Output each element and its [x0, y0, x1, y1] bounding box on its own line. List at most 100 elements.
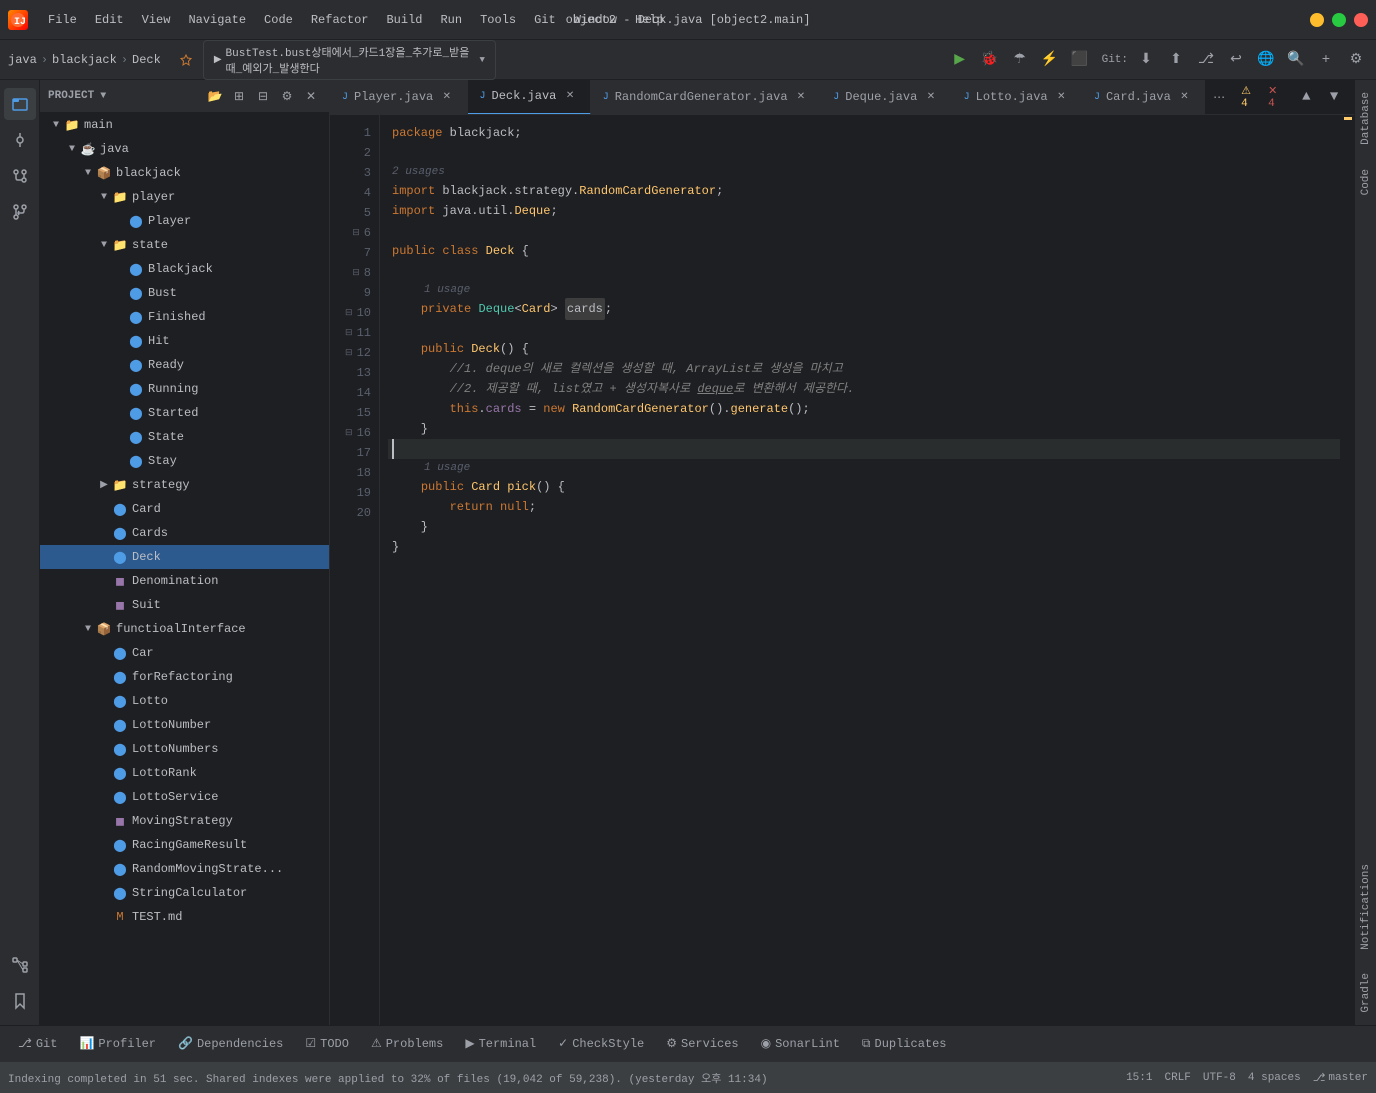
menu-edit[interactable]: Edit [87, 10, 132, 30]
tree-node-cards[interactable]: ▶ ⬤ Cards [40, 521, 329, 545]
add-button[interactable]: + [1314, 48, 1338, 72]
bottom-tab-terminal[interactable]: ▶ Terminal [455, 1032, 546, 1055]
tree-node-stay[interactable]: ▶ ⬤ Stay [40, 449, 329, 473]
debug-button[interactable]: 🐞 [978, 48, 1002, 72]
menu-run[interactable]: Run [432, 10, 470, 30]
tree-node-hit[interactable]: ▶ ⬤ Hit [40, 329, 329, 353]
menu-tools[interactable]: Tools [472, 10, 524, 30]
bottom-tab-git[interactable]: ⎇ Git [8, 1032, 67, 1055]
encoding[interactable]: UTF-8 [1203, 1071, 1236, 1085]
tree-node-blackjack-class[interactable]: ▶ ⬤ Blackjack [40, 257, 329, 281]
tab-more-button[interactable]: ⋯ [1205, 90, 1233, 105]
tree-node-car[interactable]: ▶ ⬤ Car [40, 641, 329, 665]
stop-button[interactable]: ⬛ [1068, 48, 1092, 72]
database-panel-label[interactable]: Database [1355, 80, 1376, 157]
notifications-panel-label[interactable]: Notifications [1355, 852, 1376, 962]
settings-button[interactable]: ⚙ [1344, 48, 1368, 72]
tree-node-card[interactable]: ▶ ⬤ Card [40, 497, 329, 521]
git-update-button[interactable]: ⬇ [1134, 48, 1158, 72]
tree-node-denomination[interactable]: ▶ ◼ Denomination [40, 569, 329, 593]
rollback-button[interactable]: ↩ [1224, 48, 1248, 72]
pull-request-icon[interactable] [4, 196, 36, 228]
menu-refactor[interactable]: Refactor [303, 10, 377, 30]
bookmark-button[interactable] [173, 50, 199, 70]
tab-close-lotto[interactable]: ✕ [1054, 89, 1069, 105]
menu-git[interactable]: Git [526, 10, 564, 30]
tree-open-button[interactable]: 📂 [205, 86, 225, 106]
nav-down-button[interactable]: ▼ [1322, 85, 1346, 109]
tree-node-ready[interactable]: ▶ ⬤ Ready [40, 353, 329, 377]
indent[interactable]: 4 spaces [1248, 1071, 1301, 1085]
tree-node-main[interactable]: ▼ 📁 main [40, 113, 329, 137]
tab-close-card[interactable]: ✕ [1177, 89, 1192, 105]
tree-settings-button[interactable]: ⚙ [277, 86, 297, 106]
tree-node-player[interactable]: ▶ ⬤ Player [40, 209, 329, 233]
bottom-tab-dependencies[interactable]: 🔗 Dependencies [168, 1032, 293, 1055]
tab-close-deck[interactable]: ✕ [562, 88, 577, 104]
code-content[interactable]: package blackjack; 2 usages import black… [380, 115, 1340, 1025]
git-push-button[interactable]: ⬆ [1164, 48, 1188, 72]
tab-lottojava[interactable]: J Lotto.java ✕ [952, 80, 1082, 115]
run-button[interactable]: ▶ [948, 48, 972, 72]
tree-node-lottonumbers[interactable]: ▶ ⬤ LottoNumbers [40, 737, 329, 761]
tree-node-started[interactable]: ▶ ⬤ Started [40, 401, 329, 425]
tree-node-state-class[interactable]: ▶ ⬤ State [40, 425, 329, 449]
tree-node-forrefactoring[interactable]: ▶ ⬤ forRefactoring [40, 665, 329, 689]
tab-close-player[interactable]: ✕ [439, 89, 454, 105]
translate-button[interactable]: 🌐 [1254, 48, 1278, 72]
bottom-tab-duplicates[interactable]: ⧉ Duplicates [852, 1033, 957, 1055]
nav-up-button[interactable]: ▲ [1294, 85, 1318, 109]
project-icon[interactable] [4, 88, 36, 120]
tab-close-deque[interactable]: ✕ [923, 89, 938, 105]
cursor-position[interactable]: 15:1 [1126, 1071, 1152, 1085]
menu-build[interactable]: Build [378, 10, 430, 30]
bottom-tab-profiler[interactable]: 📊 Profiler [69, 1032, 166, 1055]
tree-node-running[interactable]: ▶ ⬤ Running [40, 377, 329, 401]
commit-icon[interactable] [4, 124, 36, 156]
tree-close-button[interactable]: ✕ [301, 86, 321, 106]
menu-code[interactable]: Code [256, 10, 301, 30]
tree-node-lotto[interactable]: ▶ ⬤ Lotto [40, 689, 329, 713]
tree-dropdown[interactable]: ▼ [100, 91, 106, 102]
breadcrumb-deck[interactable]: Deck [132, 53, 161, 67]
line-ending[interactable]: CRLF [1164, 1071, 1190, 1085]
tree-node-functional[interactable]: ▼ 📦 functioalInterface [40, 617, 329, 641]
tab-dequejava[interactable]: J Deque.java ✕ [821, 80, 951, 115]
tree-node-finished[interactable]: ▶ ⬤ Finished [40, 305, 329, 329]
tree-collapse-button[interactable]: ⊟ [253, 86, 273, 106]
coverage-button[interactable]: ☂ [1008, 48, 1032, 72]
tree-node-suit[interactable]: ▶ ◼ Suit [40, 593, 329, 617]
code-editor[interactable]: 1 2 3 4 5 ⊟ 6 7 ⊟ 8 9 ⊟ 10 [330, 115, 1354, 1025]
tab-deckjava[interactable]: J Deck.java ✕ [468, 80, 591, 115]
maximize-button[interactable] [1332, 13, 1346, 27]
minimize-button[interactable] [1310, 13, 1324, 27]
tab-playerjava[interactable]: J Player.java ✕ [330, 80, 468, 115]
tree-node-lottorank[interactable]: ▶ ⬤ LottoRank [40, 761, 329, 785]
tree-node-stringcalculator[interactable]: ▶ ⬤ StringCalculator [40, 881, 329, 905]
bottom-tab-sonarlint[interactable]: ◉ SonarLint [751, 1032, 850, 1055]
bottom-tab-todo[interactable]: ☑ TODO [295, 1032, 359, 1055]
tree-node-movingstrategy[interactable]: ▶ ◼ MovingStrategy [40, 809, 329, 833]
tree-node-player-folder[interactable]: ▼ 📁 player [40, 185, 329, 209]
close-button[interactable] [1354, 13, 1368, 27]
tree-node-blackjack[interactable]: ▼ 📦 blackjack [40, 161, 329, 185]
bottom-tab-checkstyle[interactable]: ✓ CheckStyle [548, 1032, 654, 1055]
bottom-tab-problems[interactable]: ⚠ Problems [361, 1032, 453, 1055]
bookmarks-icon[interactable] [4, 985, 36, 1017]
tree-node-strategy[interactable]: ▶ 📁 strategy [40, 473, 329, 497]
tree-node-testmd[interactable]: ▶ M TEST.md [40, 905, 329, 929]
tree-node-deck[interactable]: ▶ ⬤ Deck [40, 545, 329, 569]
gradle-panel-label[interactable]: Gradle [1355, 961, 1376, 1025]
tab-close-random[interactable]: ✕ [794, 89, 809, 105]
tree-node-java[interactable]: ▼ ☕ java [40, 137, 329, 161]
tree-node-bust[interactable]: ▶ ⬤ Bust [40, 281, 329, 305]
tree-node-lottonumber[interactable]: ▶ ⬤ LottoNumber [40, 713, 329, 737]
breadcrumb-blackjack[interactable]: blackjack [52, 53, 117, 67]
code-panel-label[interactable]: Code [1355, 157, 1376, 207]
tab-randomcardgenerator[interactable]: J RandomCardGenerator.java ✕ [591, 80, 822, 115]
search-button[interactable]: 🔍 [1284, 48, 1308, 72]
git-branch-button[interactable]: ⎇ [1194, 48, 1218, 72]
git-icon[interactable] [4, 160, 36, 192]
tree-node-state[interactable]: ▼ 📁 state [40, 233, 329, 257]
tree-expand-button[interactable]: ⊞ [229, 86, 249, 106]
